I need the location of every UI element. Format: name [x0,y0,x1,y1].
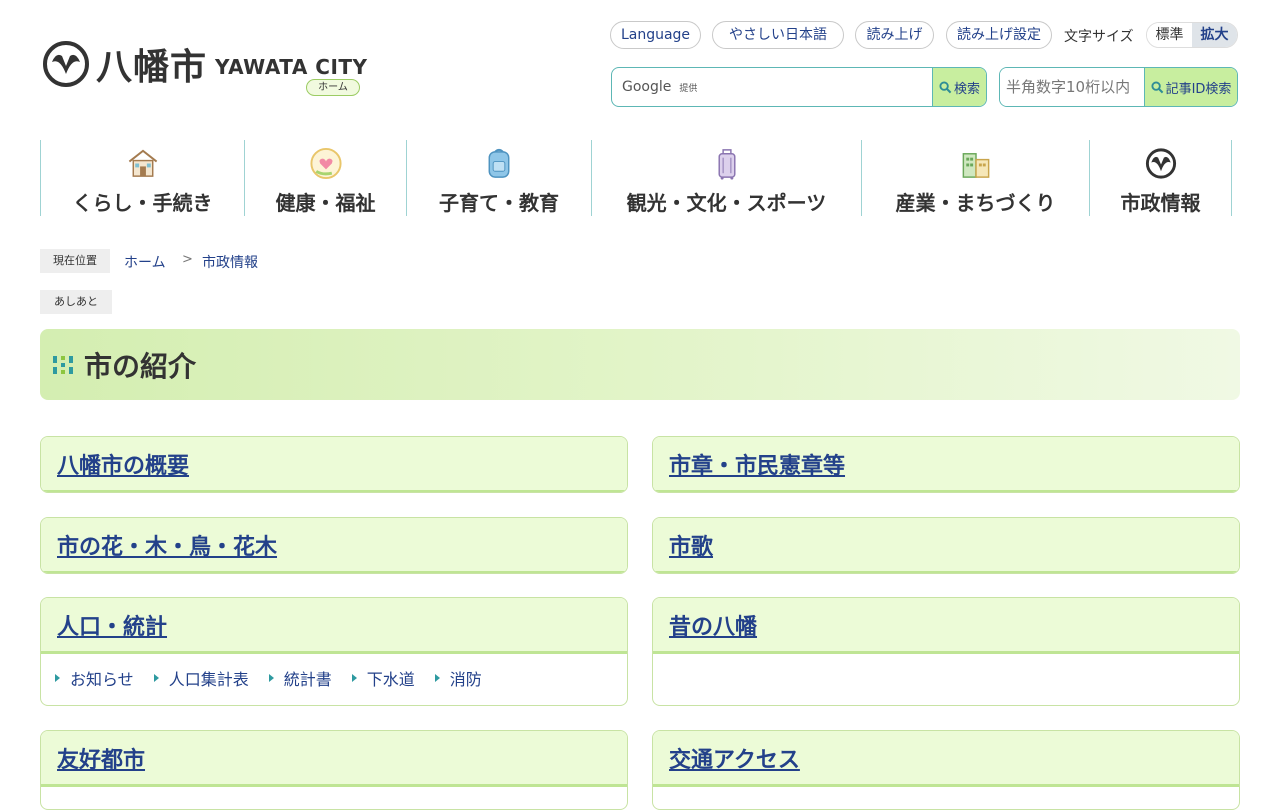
school-backpack-icon [488,148,510,178]
arrow-right-icon [55,674,60,682]
heart-hand-icon [309,147,342,180]
sublink-label: 人口集計表 [168,670,249,689]
search-icon [939,80,952,93]
suitcase-icon [717,149,736,180]
sublink-news[interactable]: お知らせ [55,666,134,690]
card-header: 市章・市民憲章等 [653,437,1239,492]
card-title-link[interactable]: 市歌 [669,529,713,561]
nav-item-living[interactable]: くらし・手続き [40,140,244,216]
card-emblem: 市章・市民憲章等 [652,436,1240,493]
search-button-label: 検索 [953,81,980,97]
sublink-label: お知らせ [70,670,134,689]
arrow-right-icon [268,674,274,682]
sublink-fire-dept[interactable]: 消防 [434,666,482,690]
card-title-link[interactable]: 人口・統計 [57,609,167,641]
search-icon [1151,80,1163,93]
logo-english: YAWATA CITY [215,55,368,79]
sublink-population-table[interactable]: 人口集計表 [153,666,249,690]
nav-label-childcare: 子育て・教育 [439,191,559,215]
card-title-link[interactable]: 友好都市 [57,742,145,774]
nav-item-health[interactable]: 健康・福祉 [244,140,406,216]
article-id-search-button[interactable]: 記事ID検索 [1144,68,1237,106]
card-access: 交通アクセス [652,730,1240,810]
card-header: 交通アクセス [653,731,1239,787]
nav-item-childcare[interactable]: 子育て・教育 [406,140,591,216]
card-title-link[interactable]: 市の花・木・鳥・花木 [57,529,277,561]
house-icon [128,149,157,177]
breadcrumb-current-link[interactable]: 市政情報 [202,252,258,272]
nav-item-tourism[interactable]: 観光・文化・スポーツ [591,140,861,216]
card-header: 市歌 [653,518,1239,573]
card-old-yawata: 昔の八幡 [652,597,1240,706]
card-population: 人口・統計 お知らせ 人口集計表 統計書 下水道 消防 [40,597,628,706]
breadcrumb-home-link[interactable]: ホーム [124,252,166,272]
article-id-input[interactable] [1000,68,1144,106]
card-title-link[interactable]: 交通アクセス [669,742,800,774]
card-title-link[interactable]: 市章・市民憲章等 [669,448,845,480]
font-size-standard-button[interactable]: 標準 [1147,23,1192,47]
ashiato-tag: あしあと [40,290,112,314]
breadcrumb-separator: > [182,252,193,267]
article-id-search: 記事ID検索 [999,67,1238,107]
google-label: Google [622,79,672,95]
card-sister-cities: 友好都市 [40,730,628,810]
nav-label-city-admin: 市政情報 [1120,191,1201,215]
card-sublinks: お知らせ 人口集計表 統計書 下水道 消防 [41,654,627,690]
read-aloud-settings-button[interactable]: 読み上げ設定 [946,21,1052,49]
site-search: Google 提供 検索 [611,67,987,107]
card-city-song: 市歌 [652,517,1240,574]
city-emblem-icon [1145,148,1176,179]
page-title: 市の紹介 [84,349,197,383]
easy-japanese-button[interactable]: やさしい日本語 [712,21,844,49]
article-id-button-label: 記事ID検索 [1165,81,1232,97]
logo-kanji: 八幡市 [96,47,208,88]
sublink-sewerage[interactable]: 下水道 [351,666,415,690]
nav-label-tourism: 観光・文化・スポーツ [626,191,827,215]
card-title-link[interactable]: 八幡市の概要 [57,448,189,480]
font-size-label: 文字サイズ [1064,29,1134,45]
card-header: 人口・統計 [41,598,627,654]
card-header: 八幡市の概要 [41,437,627,492]
nav-label-living: くらし・手続き [72,191,213,215]
title-dots-icon [53,355,73,374]
nav-item-city-admin[interactable]: 市政情報 [1089,140,1232,216]
sublink-statistics[interactable]: 統計書 [268,666,332,690]
language-button[interactable]: Language [610,21,701,49]
sublink-label: 統計書 [283,670,332,689]
breadcrumb-tag: 現在位置 [40,249,110,273]
arrow-right-icon [434,674,440,682]
card-header: 昔の八幡 [653,598,1239,654]
font-size-large-button[interactable]: 拡大 [1192,23,1237,47]
buildings-icon [962,153,989,178]
nav-label-health: 健康・福祉 [275,191,376,215]
card-header: 市の花・木・鳥・花木 [41,518,627,573]
global-nav: くらし・手続き 健康・福祉 子育て・教育 観光・文化・スポーツ 産業・まちづくり… [40,140,1232,216]
font-size-toggle: 標準 拡大 [1146,22,1238,48]
home-link[interactable]: ホーム [306,79,360,96]
search-input[interactable]: Google 提供 [612,68,932,106]
read-aloud-button[interactable]: 読み上げ [855,21,934,49]
card-overview: 八幡市の概要 [40,436,628,493]
city-emblem-icon [43,41,89,87]
sublink-label: 消防 [449,670,482,689]
page-title-bar: 市の紹介 [40,329,1240,400]
card-city-symbols: 市の花・木・鳥・花木 [40,517,628,574]
arrow-right-icon [153,674,159,682]
card-header: 友好都市 [41,731,627,787]
arrow-right-icon [351,674,357,682]
search-button[interactable]: 検索 [932,68,986,106]
nav-item-industry[interactable]: 産業・まちづくり [861,140,1089,216]
card-title-link[interactable]: 昔の八幡 [669,609,757,641]
sublink-label: 下水道 [366,670,415,689]
provided-label: 提供 [679,83,698,94]
nav-label-industry: 産業・まちづくり [895,191,1056,215]
